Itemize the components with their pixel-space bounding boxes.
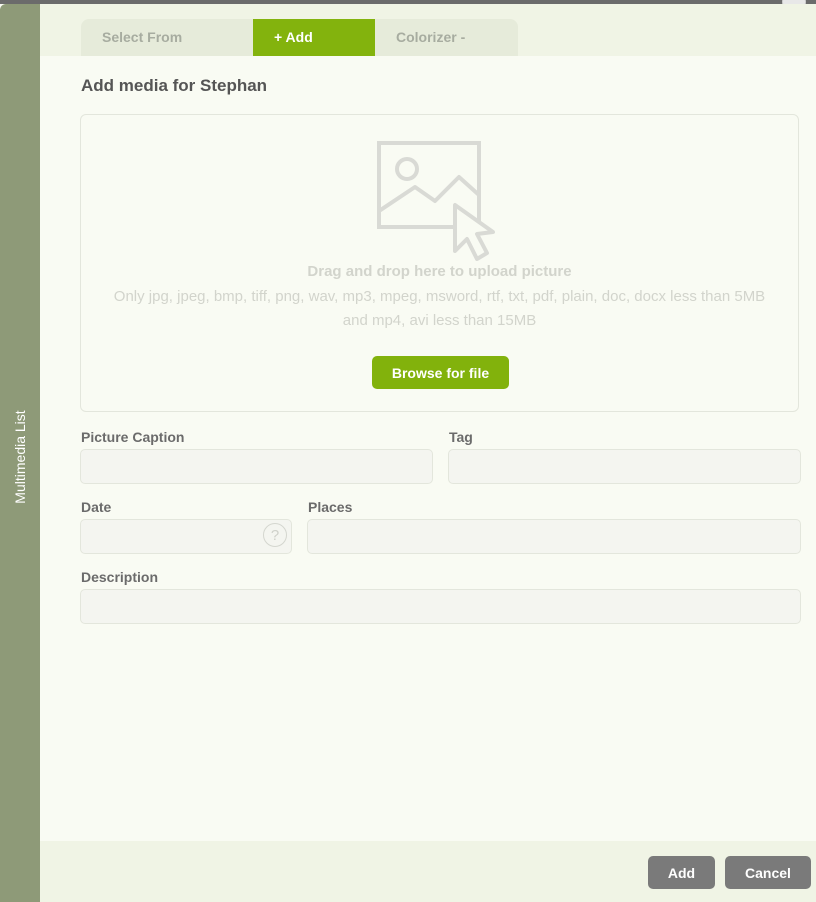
image-upload-icon <box>377 141 495 261</box>
tab-add-media[interactable]: + Add Media <box>253 19 375 82</box>
browse-for-file-button[interactable]: Browse for file <box>372 356 509 389</box>
tab-colorizer-beta[interactable]: Colorizer - beta <box>375 19 518 82</box>
places-label: Places <box>308 499 353 515</box>
description-input[interactable] <box>80 589 801 624</box>
tab-bar: Select From Gallery + Add Media Colorize… <box>81 19 518 82</box>
page-title: Add media for Stephan <box>81 76 268 95</box>
dropzone-description: Only jpg, jpeg, bmp, tiff, png, wav, mp3… <box>81 285 798 333</box>
dropzone-heading: Drag and drop here to upload picture <box>307 263 572 280</box>
picture-caption-label: Picture Caption <box>81 429 185 445</box>
add-button[interactable]: Add <box>648 856 715 889</box>
tag-label: Tag <box>449 429 473 445</box>
dropzone-formats-line-1: Only jpg, jpeg, bmp, tiff, png, wav, mp3… <box>113 288 766 305</box>
upload-dropzone[interactable]: Drag and drop here to upload picture Onl… <box>80 114 799 412</box>
date-input[interactable] <box>80 519 292 554</box>
tab-select-from-gallery[interactable]: Select From Gallery <box>81 19 253 82</box>
date-label: Date <box>81 499 112 515</box>
cancel-button[interactable]: Cancel <box>725 856 811 889</box>
picture-caption-input[interactable] <box>80 449 433 484</box>
tag-input[interactable] <box>448 449 801 484</box>
description-label: Description <box>81 569 159 585</box>
sidebar-label: Multimedia List <box>12 410 28 504</box>
question-mark-icon[interactable]: ? <box>263 523 287 547</box>
dropzone-formats-line-2: and mp4, avi less than 15MB <box>342 312 537 329</box>
multimedia-list-sidebar[interactable]: Multimedia List <box>0 4 40 902</box>
places-input[interactable] <box>307 519 801 554</box>
